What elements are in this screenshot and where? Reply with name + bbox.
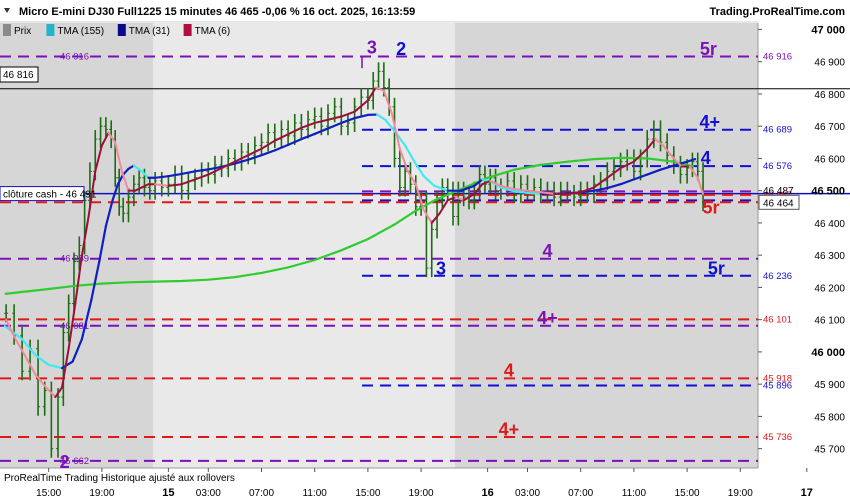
wave-label: 4 — [542, 241, 552, 261]
time-tick-label: 19:00 — [728, 488, 753, 499]
legend-item-0[interactable]: Prix — [14, 26, 31, 37]
level-label-right: 45 896 — [763, 380, 792, 391]
time-tick-label: 07:00 — [568, 488, 593, 499]
price-tick-label: 46 500 — [811, 186, 845, 198]
wave-label: 4+ — [537, 308, 558, 328]
price-tick-label: 45 900 — [814, 380, 845, 391]
level-label-right: 46 576 — [763, 161, 792, 172]
time-tick-label: 11:00 — [622, 488, 647, 499]
level-label-right: 46 236 — [763, 271, 792, 282]
price-tick-label: 47 000 — [811, 24, 845, 36]
level-label-right: 46 916 — [763, 52, 792, 63]
plot-area-background — [0, 23, 850, 469]
price-tick-label: 46 600 — [814, 154, 845, 165]
time-tick-label: 07:00 — [249, 488, 274, 499]
price-tick-label: 46 200 — [814, 283, 845, 294]
level-tag-46816: 46 816 — [0, 66, 39, 83]
price-chart[interactable]: 46 91646 91646 68946 57646 48746 28946 2… — [0, 0, 850, 500]
time-tick-label: 03:00 — [515, 488, 540, 499]
wave-label: 5r — [700, 39, 717, 59]
wave-label: 3 — [436, 259, 446, 279]
wave-label: 5r — [708, 259, 725, 279]
brand-label: Trading.ProRealTime.com — [709, 6, 845, 18]
price-tick-label: 45 700 — [814, 445, 845, 456]
legend-swatch — [117, 24, 126, 36]
wave-label: 2 — [396, 39, 406, 59]
price-tick-label: 46 400 — [814, 219, 845, 230]
time-tick-label: 15 — [162, 487, 174, 499]
level-label-right: 46 689 — [763, 125, 792, 136]
time-tick-label: 19:00 — [409, 488, 434, 499]
time-tick-label: 17 — [801, 487, 813, 499]
time-tick-label: 16 — [481, 487, 493, 499]
legend-item-3[interactable]: TMA (6) — [195, 26, 231, 37]
legend-swatch — [3, 24, 11, 36]
last-price-tag: 46 464 — [758, 194, 800, 210]
price-tick-label: 46 300 — [814, 251, 845, 262]
legend-swatch — [46, 24, 55, 36]
last-price-text: 46 464 — [763, 198, 794, 209]
tma-31-segment — [526, 191, 542, 196]
price-tick-label: 46 000 — [811, 347, 845, 359]
close-cash-tag: clôture cash - 46 491 — [0, 186, 97, 202]
wave-label: 4 — [701, 148, 711, 168]
wave-label: 5r — [703, 197, 720, 217]
price-tick-label: 46 900 — [814, 58, 845, 69]
chart-title: Micro E-mini DJ30 Full1225 15 minutes 46… — [19, 6, 415, 18]
wave-label: 4+ — [499, 419, 520, 439]
session-band-3 — [455, 23, 758, 468]
time-tick-label: 15:00 — [36, 488, 61, 499]
price-tick-label: 45 800 — [814, 412, 845, 423]
level-label-right: 46 101 — [763, 314, 792, 325]
time-tick-label: 11:00 — [303, 488, 328, 499]
time-tick-label: 15:00 — [355, 488, 380, 499]
wave-label: 2 — [60, 452, 70, 472]
time-tick-label: 19:00 — [89, 488, 114, 499]
level-label-left: 46 916 — [60, 52, 89, 63]
price-tick-label: 46 100 — [814, 316, 845, 327]
wave-label: 4+ — [699, 112, 720, 132]
price-tick-label: 46 800 — [814, 90, 845, 101]
level-label-right: 45 736 — [763, 432, 792, 443]
price-tick-label: 46 700 — [814, 122, 845, 133]
legend-item-2[interactable]: TMA (31) — [129, 26, 170, 37]
time-tick-label: 15:00 — [675, 488, 700, 499]
wave-label: 4 — [504, 361, 514, 381]
wave-label: 3 — [367, 38, 377, 58]
close-cash-text: clôture cash - 46 491 — [3, 190, 97, 201]
legend-swatch — [183, 24, 192, 36]
legend-item-1[interactable]: TMA (155) — [57, 26, 104, 37]
footer-note: ProRealTime Trading Historique ajusté au… — [4, 473, 235, 484]
time-tick-label: 03:00 — [196, 488, 221, 499]
session-band-1 — [0, 23, 153, 468]
level-tag-46816-text: 46 816 — [3, 70, 34, 81]
session-band-2 — [153, 23, 455, 468]
